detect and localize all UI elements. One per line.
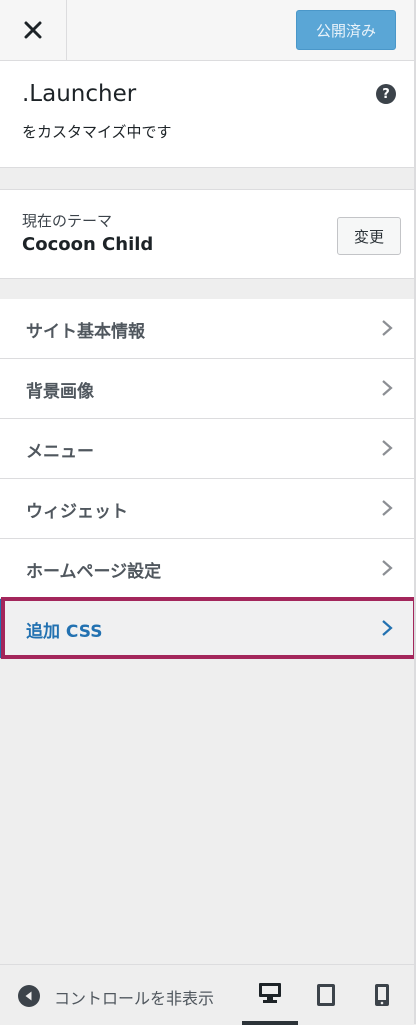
device-tablet-button[interactable]	[298, 965, 354, 1025]
change-theme-button[interactable]: 変更	[337, 217, 401, 255]
desktop-icon	[259, 983, 281, 1003]
chevron-right-icon	[382, 380, 393, 396]
menu-item-widgets[interactable]: ウィジェット	[0, 479, 414, 539]
tablet-icon	[317, 984, 335, 1006]
collapse-arrow-icon	[18, 985, 40, 1007]
close-button[interactable]	[0, 0, 67, 60]
mobile-icon	[375, 984, 389, 1006]
chevron-right-icon	[382, 440, 393, 456]
menu-item-label: サイト基本情報	[26, 322, 145, 342]
customizer-footer: コントロールを非表示	[0, 964, 414, 1025]
theme-name: Cocoon Child	[22, 234, 154, 255]
chevron-right-icon	[382, 560, 393, 576]
site-info-panel: .Launcher をカスタマイズ中です ?	[0, 61, 414, 168]
menu-item-site-identity[interactable]: サイト基本情報	[0, 299, 414, 359]
publish-button[interactable]: 公開済み	[296, 10, 396, 50]
customizer-panel: 公開済み .Launcher をカスタマイズ中です ? 現在のテーマ Cocoo…	[0, 0, 416, 1025]
menu-item-label: ウィジェット	[26, 502, 128, 522]
current-theme-label: 現在のテーマ	[22, 212, 113, 230]
customizing-subtitle: をカスタマイズ中です	[22, 123, 172, 141]
chevron-right-icon	[382, 320, 393, 336]
device-desktop-button[interactable]	[242, 965, 298, 1025]
menu-item-label: 追加 CSS	[26, 622, 103, 642]
help-icon[interactable]: ?	[376, 84, 396, 104]
customizer-header: 公開済み	[0, 0, 414, 61]
menu-item-label: メニュー	[26, 442, 94, 462]
menu-item-additional-css[interactable]: 追加 CSS	[0, 599, 414, 659]
menu-item-menus[interactable]: メニュー	[0, 419, 414, 479]
menu-item-label: 背景画像	[26, 382, 94, 402]
menu-item-homepage-settings[interactable]: ホームページ設定	[0, 539, 414, 599]
current-theme-panel: 現在のテーマ Cocoon Child 変更	[0, 189, 414, 279]
collapse-controls-button[interactable]: コントロールを非表示	[0, 965, 240, 1025]
device-mobile-button[interactable]	[354, 965, 410, 1025]
chevron-right-icon	[382, 500, 393, 516]
close-icon	[24, 21, 42, 39]
site-title: .Launcher	[22, 81, 137, 107]
menu-item-label: ホームページ設定	[26, 562, 162, 582]
chevron-right-icon	[382, 620, 393, 636]
menu-item-background-image[interactable]: 背景画像	[0, 359, 414, 419]
collapse-controls-label: コントロールを非表示	[54, 989, 215, 1008]
